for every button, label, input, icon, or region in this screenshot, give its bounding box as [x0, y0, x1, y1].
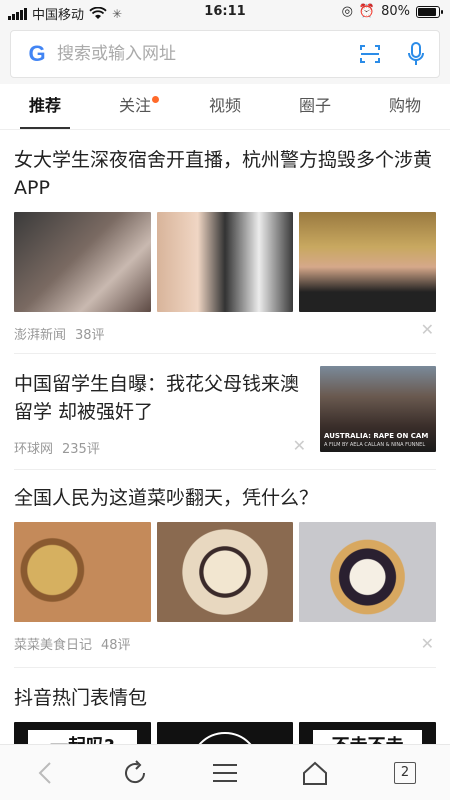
notification-dot — [152, 96, 159, 103]
home-icon — [303, 761, 327, 785]
thumbnail-subcaption: A FILM BY AELA CALLAN & NINA FUNNEL — [324, 442, 426, 448]
alarm-icon: ⏰ — [358, 4, 376, 19]
news-item[interactable]: 中国留学生自曝：我花父母钱来澳留学 却被强奸了 环球网 235评 ✕ AUSTR… — [14, 354, 436, 470]
meme-caption: 不走不走 — [313, 730, 423, 744]
channel-tabs: 推荐 关注 视频 圈子 购物 — [0, 84, 450, 130]
news-thumbnail: 不走不走 — [299, 722, 437, 744]
back-icon — [38, 761, 51, 784]
news-thumbnail — [14, 212, 151, 312]
tab-count-badge: 2 — [394, 761, 416, 784]
news-item[interactable]: 抖音热门表情包 一起吗? 不走不走 — [14, 668, 437, 744]
news-thumbnail — [299, 522, 437, 622]
tab-recommend[interactable]: 推荐 — [0, 84, 90, 129]
news-thumbnail — [156, 212, 294, 312]
battery-icon — [416, 5, 443, 18]
microphone-icon[interactable] — [393, 31, 439, 77]
orientation-lock-icon: ◎ — [341, 4, 353, 19]
news-source: 菜菜美食日记 — [14, 638, 93, 653]
tab-follow[interactable]: 关注 — [90, 84, 180, 129]
refresh-button[interactable] — [90, 745, 180, 800]
tabs-button[interactable]: 2 — [360, 745, 450, 800]
menu-button[interactable] — [180, 745, 270, 800]
refresh-icon — [125, 759, 146, 783]
meme-caption: 一起吗? — [28, 730, 137, 744]
news-title: 抖音热门表情包 — [14, 687, 148, 709]
tab-circle[interactable]: 圈子 — [270, 84, 360, 129]
menu-icon — [213, 763, 237, 782]
scan-icon[interactable] — [347, 31, 393, 77]
comment-count: 48评 — [101, 638, 131, 653]
home-button[interactable] — [270, 745, 360, 800]
google-logo-icon: G — [28, 41, 46, 66]
tab-shopping[interactable]: 购物 — [360, 84, 450, 129]
bottom-toolbar: 2 — [0, 744, 450, 800]
search-box[interactable]: G — [10, 30, 440, 78]
comment-count: 235评 — [62, 442, 100, 457]
thumbnail-caption: AUSTRALIA: RAPE ON CAM — [324, 432, 429, 440]
news-source: 环球网 — [14, 442, 54, 457]
news-thumbnail — [299, 212, 437, 312]
dismiss-icon[interactable]: ✕ — [293, 436, 306, 455]
news-title: 女大学生深夜宿舍开直播，杭州警方捣毁多个涉黄APP — [14, 149, 433, 199]
news-thumbnail — [156, 522, 294, 622]
status-bar: 中国移动 ✳ 16:11 ◎ ⏰ 80% — [0, 0, 450, 26]
dismiss-icon[interactable]: ✕ — [421, 320, 434, 339]
news-source: 澎湃新闻 — [14, 328, 67, 343]
tab-video[interactable]: 视频 — [180, 84, 270, 129]
search-bar-area: G — [0, 26, 450, 84]
news-thumbnail — [14, 522, 151, 622]
news-thumbnail: AUSTRALIA: RAPE ON CAM A FILM BY AELA CA… — [320, 366, 436, 452]
news-item[interactable]: 全国人民为这道菜吵翻天，凭什么？ 菜菜美食日记 48评 ✕ — [14, 470, 437, 668]
news-feed: 女大学生深夜宿舍开直播，杭州警方捣毁多个涉黄APP 澎湃新闻 38评 ✕ 中国留… — [0, 130, 450, 744]
back-button[interactable] — [0, 745, 90, 800]
comment-count: 38评 — [75, 328, 105, 343]
dismiss-icon[interactable]: ✕ — [421, 634, 434, 653]
news-title: 全国人民为这道菜吵翻天，凭什么？ — [14, 487, 319, 509]
news-title: 中国留学生自曝：我花父母钱来澳留学 却被强奸了 — [14, 373, 300, 423]
news-item[interactable]: 女大学生深夜宿舍开直播，杭州警方捣毁多个涉黄APP 澎湃新闻 38评 ✕ — [14, 130, 437, 354]
news-thumbnail: 一起吗? — [14, 722, 151, 744]
news-thumbnail — [156, 722, 294, 744]
battery-percent: 80% — [381, 4, 410, 19]
search-input[interactable] — [57, 44, 347, 64]
